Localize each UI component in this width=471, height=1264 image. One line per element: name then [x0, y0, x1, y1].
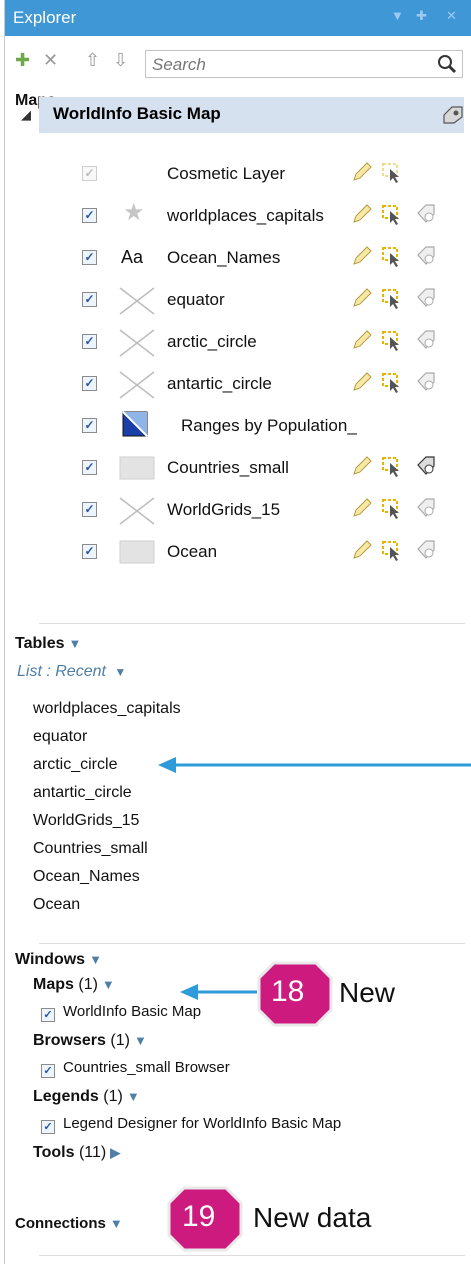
annotation-arrows [158, 757, 471, 1252]
callout-text-19: New data [253, 1202, 372, 1233]
callout-text-18: New [339, 977, 396, 1008]
arrow-to-tables [158, 757, 471, 773]
callout-number-19: 19 [182, 1200, 216, 1233]
arrow-to-windows-maps [180, 984, 257, 1000]
callout-number-18: 18 [271, 975, 305, 1008]
